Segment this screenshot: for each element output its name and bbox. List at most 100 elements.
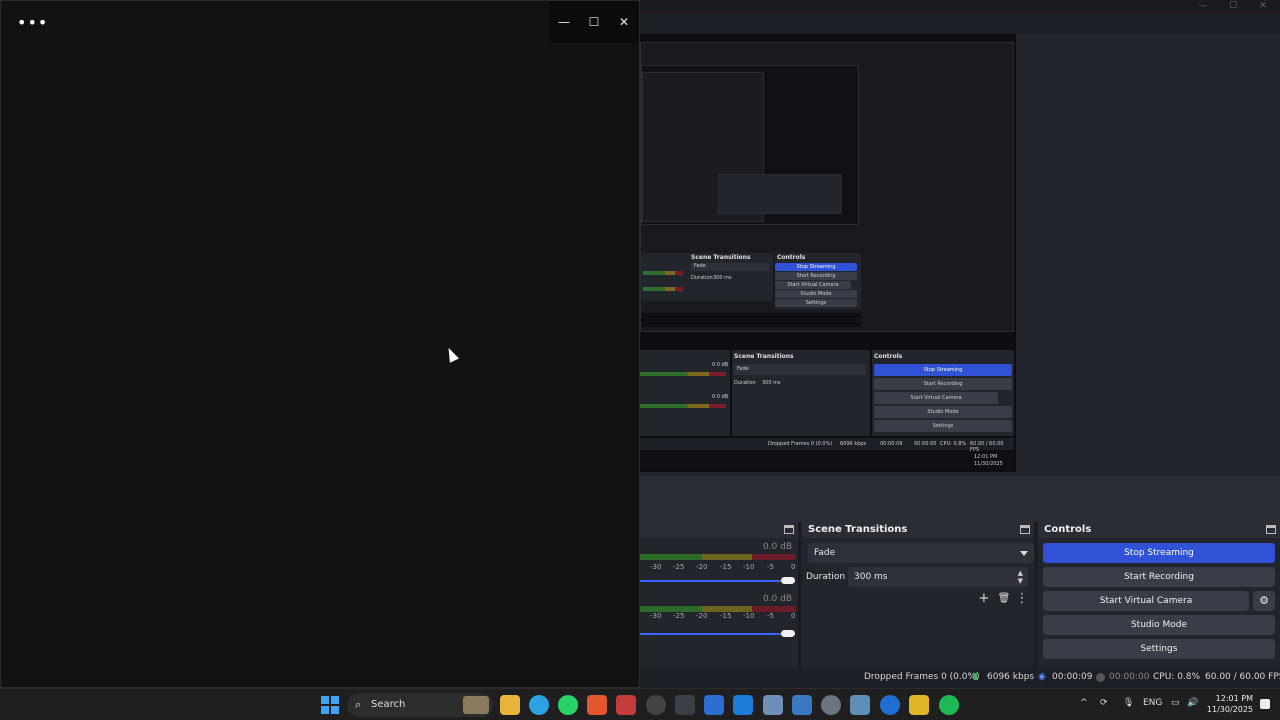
preview-canvas[interactable]: Scene Transitions Fade Duration 300 ms C… xyxy=(640,34,1016,472)
maximize-button[interactable]: ☐ xyxy=(583,13,605,31)
stream-time: 00:00:09 xyxy=(1052,672,1093,682)
nested2-start-recording: Start Recording xyxy=(874,378,1012,390)
studio-mode-button[interactable]: Studio Mode xyxy=(1043,615,1275,635)
settings-button[interactable]: Settings xyxy=(1043,639,1275,659)
network-icon[interactable]: ▭ xyxy=(1171,698,1180,708)
volume-slider-track[interactable] xyxy=(640,580,790,582)
taskbar: ⌕ Search ^ ⟳ 🎙 ENG ▭ 🔊 12:01 PM 11/30/20… xyxy=(0,688,1280,720)
obs-statusbar: Dropped Frames 0 (0.0%) ▮ 6096 kbps ◉ 00… xyxy=(640,668,1280,688)
nested-stop-streaming: Stop Streaming xyxy=(775,263,857,271)
window-controls: — ☐ ✕ xyxy=(549,1,639,43)
app-icon[interactable] xyxy=(616,695,636,715)
obs-close-button[interactable]: ✕ xyxy=(1248,0,1278,14)
obs-maximize-button[interactable]: ☐ xyxy=(1218,0,1248,14)
start-button[interactable] xyxy=(321,696,339,714)
settings-icon[interactable] xyxy=(821,695,841,715)
app-icon[interactable] xyxy=(646,695,666,715)
controls-dock: Controls Stop Streaming Start Recording … xyxy=(1038,522,1280,668)
search-icon: ⌕ xyxy=(355,698,362,711)
nested-obs-window: Scene Transitions Fade Duration 300 ms C… xyxy=(640,42,1014,332)
bitrate-icon: ▮ xyxy=(973,672,978,682)
tick-label: -25 xyxy=(673,563,685,571)
float-dock-icon[interactable] xyxy=(1020,525,1030,534)
start-recording-button[interactable]: Start Recording xyxy=(1043,567,1275,587)
nested-controls-title: Controls xyxy=(777,254,806,261)
nested2-stream: 00:00:09 xyxy=(880,441,903,447)
app-icon[interactable] xyxy=(704,695,724,715)
scene-transitions-dock: Scene Transitions Fade Duration 300 ms ▲… xyxy=(802,522,1036,668)
file-explorer-icon[interactable] xyxy=(500,695,520,715)
tick-label: -25 xyxy=(673,612,685,620)
tick-label: -30 xyxy=(650,612,662,620)
clock-date: 11/30/2025 xyxy=(1206,705,1253,714)
volume-icon[interactable]: 🔊 xyxy=(1187,698,1198,708)
app-icon[interactable] xyxy=(792,695,812,715)
mixer-db-value: 0.0 dB xyxy=(762,594,792,604)
language-indicator[interactable]: ENG xyxy=(1143,698,1162,708)
clock[interactable]: 12:01 PM 11/30/2025 xyxy=(1207,693,1253,715)
nested2-controls-title: Controls xyxy=(874,353,903,360)
nested-meter xyxy=(643,271,683,275)
tick-label: -5 xyxy=(767,563,774,571)
brave-icon[interactable] xyxy=(587,695,607,715)
volume-slider-track[interactable] xyxy=(640,633,790,635)
nested2-studio-mode: Studio Mode xyxy=(874,406,1012,418)
nested2-time: 12:01 PM xyxy=(974,454,998,460)
shield-icon[interactable] xyxy=(733,695,753,715)
show-hidden-icons-button[interactable]: ^ xyxy=(1080,698,1088,708)
spotify-icon[interactable] xyxy=(939,695,959,715)
desktop: — ☐ ✕ Scene Transitions Fade Duration 30… xyxy=(0,0,1280,720)
nested-transition-select: Fade xyxy=(691,263,769,271)
tick-label: -10 xyxy=(743,612,755,620)
virtual-camera-settings-button[interactable]: ⚙ xyxy=(1253,591,1275,611)
terminal-icon[interactable] xyxy=(675,695,695,715)
more-options-button[interactable]: ••• xyxy=(17,13,48,32)
app-icon[interactable] xyxy=(880,695,900,715)
close-button[interactable]: ✕ xyxy=(613,13,635,31)
whatsapp-icon[interactable] xyxy=(558,695,578,715)
float-dock-icon[interactable] xyxy=(1266,525,1276,534)
nested2-stop-streaming: Stop Streaming xyxy=(874,364,1012,376)
duration-spinbox[interactable]: 300 ms ▲ ▼ xyxy=(848,567,1028,587)
tick-label: -20 xyxy=(696,563,708,571)
volume-slider-knob[interactable] xyxy=(781,630,795,637)
nested-controls-small xyxy=(718,174,842,214)
nested2-kbps: 6096 kbps xyxy=(840,441,867,447)
nested2-date: 11/30/2025 xyxy=(974,461,1003,467)
nested-start-virtual-camera: Start Virtual Camera xyxy=(775,281,851,289)
microphone-icon[interactable]: 🎙 xyxy=(1123,698,1134,708)
nested2-start-virtual-camera: Start Virtual Camera xyxy=(874,392,998,404)
nested2-db: 0.0 dB xyxy=(712,394,729,400)
tick-label: -5 xyxy=(767,612,774,620)
nested2-db: 0.0 dB xyxy=(712,362,729,368)
tick-label: -15 xyxy=(720,612,732,620)
tick-label: -10 xyxy=(743,563,755,571)
fps: 60.00 / 60.00 FPS xyxy=(1205,672,1280,682)
taskbar-search[interactable]: ⌕ Search xyxy=(347,693,493,717)
add-transition-button[interactable]: + xyxy=(976,591,992,607)
app-icon[interactable] xyxy=(850,695,870,715)
sync-icon[interactable]: ⟳ xyxy=(1100,698,1108,708)
audio-mixer-dock: 0.0 dB -30 -25 -20 -15 -10 -5 0 0.0 dB -… xyxy=(640,522,800,668)
remove-transition-button[interactable]: 🗑 xyxy=(996,591,1012,607)
nested-settings: Settings xyxy=(775,299,857,307)
nested-start-recording: Start Recording xyxy=(775,272,857,280)
volume-slider-knob[interactable] xyxy=(781,577,795,584)
start-virtual-camera-button[interactable]: Start Virtual Camera xyxy=(1043,591,1249,611)
transition-more-button[interactable]: ⋮ xyxy=(1014,591,1030,607)
telegram-icon[interactable] xyxy=(529,695,549,715)
spin-arrows-icon[interactable]: ▲ ▼ xyxy=(1018,569,1023,585)
nested2-mixer: 0.0 dB 0.0 dB xyxy=(640,350,730,436)
obs-minimize-button[interactable]: — xyxy=(1188,0,1218,14)
transition-select[interactable]: Fade xyxy=(808,543,1034,563)
minimize-button[interactable]: — xyxy=(553,13,575,31)
notification-icon[interactable] xyxy=(1260,699,1270,709)
app-icon[interactable] xyxy=(909,695,929,715)
stop-streaming-button[interactable]: Stop Streaming xyxy=(1043,543,1275,563)
nested2-scene-transitions: Scene Transitions Fade Duration 300 ms xyxy=(732,350,870,436)
obs-divider xyxy=(640,476,1280,522)
float-dock-icon[interactable] xyxy=(784,525,794,534)
app-icon[interactable] xyxy=(763,695,783,715)
nested-scene-transitions: Scene Transitions Fade Duration 300 ms xyxy=(687,253,773,301)
blank-app-window[interactable]: ••• — ☐ ✕ xyxy=(0,0,640,688)
